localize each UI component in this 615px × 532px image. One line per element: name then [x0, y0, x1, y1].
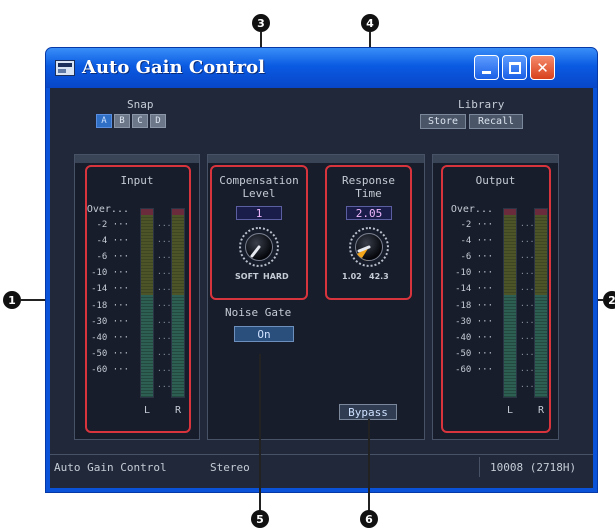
title-bar[interactable]: Auto Gain Control ✕ [46, 48, 597, 88]
snap-d-button[interactable]: D [150, 114, 166, 128]
response-title-line2: Time [355, 187, 382, 200]
scale-label: -50 ··· [455, 348, 493, 359]
control-panel: Compensation Level 1 SOFT HARD Response … [207, 154, 425, 440]
noise-gate-toggle[interactable]: On [234, 326, 294, 342]
snap-label: Snap [127, 98, 154, 111]
response-knob[interactable] [349, 227, 389, 267]
response-pointer-icon [357, 245, 371, 258]
scale-label: -18 ··· [455, 300, 493, 311]
callout-6: 6 [360, 510, 378, 528]
scale-label: -30 ··· [91, 316, 129, 327]
library-recall-button[interactable]: Recall [469, 114, 523, 129]
callout-3: 3 [252, 14, 270, 32]
close-button[interactable]: ✕ [530, 55, 555, 80]
plugin-panel: Snap A B C D Library Store Recall Input … [50, 88, 593, 488]
output-right-label: R [538, 405, 545, 416]
response-title-line1: Response [342, 174, 395, 187]
input-scale: Over... -2 ··· -4 ··· -6 ··· -10 ··· -14… [85, 204, 129, 381]
output-panel-header [433, 155, 558, 163]
plugin-window: Auto Gain Control ✕ Snap A B C D Library… [45, 47, 598, 493]
scale-label: -40 ··· [455, 332, 493, 343]
input-panel-header [75, 155, 199, 163]
scale-label: -14 ··· [455, 284, 493, 295]
response-range-min: 1.02 [342, 272, 362, 281]
output-meter-right [534, 208, 548, 398]
scale-label: -60 ··· [91, 364, 129, 375]
input-right-label: R [175, 405, 182, 416]
status-separator [479, 457, 480, 477]
response-value[interactable]: 2.05 [346, 206, 392, 220]
status-component-name: Auto Gain Control [54, 461, 167, 474]
callout-2: 2 [603, 291, 615, 309]
control-panel-header [208, 155, 424, 163]
scale-label: -6 ··· [96, 252, 129, 263]
bypass-button[interactable]: Bypass [339, 404, 397, 420]
compensation-range-min: SOFT [235, 272, 259, 281]
scale-label: -4 ··· [96, 236, 129, 247]
compensation-title-line2: Level [242, 187, 276, 200]
callout-1: 1 [3, 291, 21, 309]
compensation-pointer-icon [250, 245, 261, 258]
scale-label: -60 ··· [455, 364, 493, 375]
input-title: Input [120, 174, 154, 187]
window-title: Auto Gain Control [82, 57, 265, 78]
callout-6-leader [368, 419, 370, 512]
compensation-knob[interactable] [239, 227, 279, 267]
close-icon: ✕ [536, 58, 549, 77]
maximize-icon [508, 61, 521, 74]
snap-c-button[interactable]: C [132, 114, 148, 128]
input-meter-right [171, 208, 185, 398]
library-label: Library [458, 98, 505, 111]
app-icon[interactable] [55, 60, 75, 76]
output-left-label: L [507, 405, 514, 416]
callout-4: 4 [361, 14, 379, 32]
input-meter-dots: ··· ··· ··· ··· ··· ··· ··· ··· ··· ··· ··· [157, 221, 172, 391]
output-meter-dots: ··· ··· ··· ··· ··· ··· ··· ··· ··· ··· ··· [520, 221, 535, 391]
scale-label: -18 ··· [91, 300, 129, 311]
status-mode: Stereo [210, 461, 250, 474]
scale-label: -6 ··· [460, 252, 493, 263]
input-panel: Input Over... -2 ··· -4 ··· -6 ··· -10 ·… [74, 154, 200, 440]
status-component-id: 10008 (2718H) [490, 461, 577, 474]
scale-label: -40 ··· [91, 332, 129, 343]
scale-label: -10 ··· [91, 268, 129, 279]
status-bar: Auto Gain Control Stereo 10008 (2718H) [50, 454, 593, 478]
compensation-title-line1: Compensation [219, 174, 299, 187]
scale-label: Over... [86, 204, 129, 215]
noise-gate-label: Noise Gate [225, 306, 292, 319]
compensation-range-max: HARD [263, 272, 289, 281]
input-left-label: L [144, 405, 151, 416]
minimize-button[interactable] [474, 55, 499, 80]
input-meter-left [140, 208, 154, 398]
scale-label: -2 ··· [460, 220, 493, 231]
output-meter-left [503, 208, 517, 398]
scale-label: -50 ··· [91, 348, 129, 359]
output-scale: Over... -2 ··· -4 ··· -6 ··· -10 ··· -14… [449, 204, 493, 381]
response-range-max: 42.3 [369, 272, 389, 281]
scale-label: -2 ··· [96, 220, 129, 231]
scale-label: -4 ··· [460, 236, 493, 247]
callout-5: 5 [251, 510, 269, 528]
scale-label: -30 ··· [455, 316, 493, 327]
snap-a-button[interactable]: A [96, 114, 112, 128]
library-store-button[interactable]: Store [420, 114, 466, 129]
callout-5-leader [259, 354, 261, 512]
snap-b-button[interactable]: B [114, 114, 130, 128]
maximize-button[interactable] [502, 55, 527, 80]
minimize-icon [482, 71, 491, 74]
scale-label: -10 ··· [455, 268, 493, 279]
output-panel: Output Over... -2 ··· -4 ··· -6 ··· -10 … [432, 154, 559, 440]
output-title: Output [475, 174, 516, 187]
scale-label: -14 ··· [91, 284, 129, 295]
compensation-value[interactable]: 1 [236, 206, 282, 220]
scale-label: Over... [450, 204, 493, 215]
